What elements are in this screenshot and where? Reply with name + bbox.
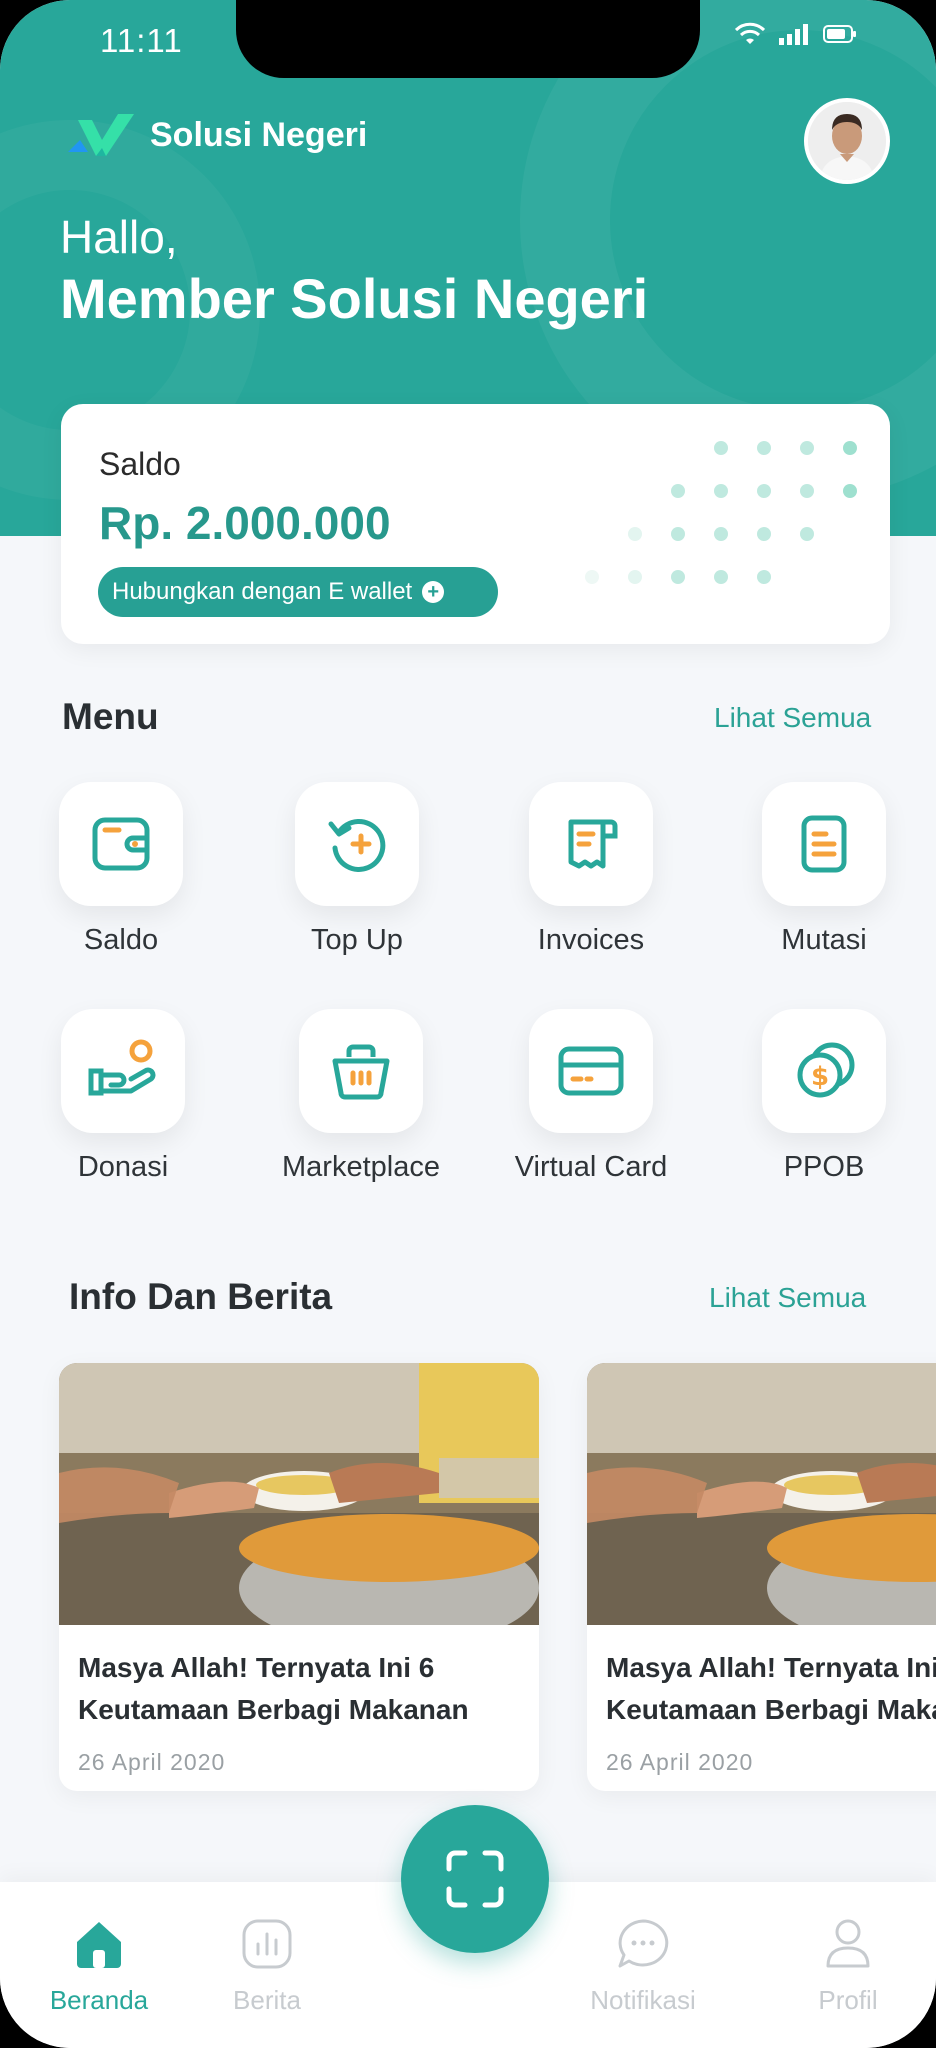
menu-item-marketplace[interactable]: Marketplace [261,1009,461,1184]
status-icons [735,22,857,46]
home-icon [77,1922,121,1968]
menu-item-saldo[interactable]: Saldo [21,782,221,957]
scan-icon [446,1850,504,1908]
scan-button[interactable] [401,1805,549,1953]
news-image [587,1363,936,1625]
connect-ewallet-button[interactable]: Hubungkan dengan E wallet + [98,567,498,617]
balance-label: Saldo [99,446,181,482]
nav-item-beranda[interactable]: Beranda [14,1918,184,2016]
balance-amount: Rp. 2.000.000 [99,497,391,549]
nav-label: Profil [818,1985,878,2015]
news-headline: Masya Allah! Ternyata Ini 6 Keutamaan Be… [606,1652,936,1725]
menu-item-ppob[interactable]: $ PPOB [724,1009,924,1184]
menu-item-label: PPOB [783,1151,865,1183]
news-image [59,1363,539,1625]
news-title: Info Dan Berita [69,1276,333,1317]
chart-icon [242,1919,292,1969]
nav-item-profil[interactable]: Profil [763,1918,933,2016]
balance-card: Saldo Rp. 2.000.000 Hubungkan dengan E w… [61,404,890,644]
donation-hand-icon [88,1039,156,1096]
menu-tile [529,1009,653,1133]
profile-photo [808,102,886,180]
news-date: 26 April 2020 [606,1749,754,1775]
menu-tile [299,1009,423,1133]
dot-pattern [585,441,857,584]
user-icon [826,1919,870,1968]
nav-item-berita[interactable]: Berita [182,1918,352,2016]
card-icon [558,1046,624,1096]
svg-text:$: $ [811,1062,829,1092]
device-notch [236,0,700,78]
news-date: 26 April 2020 [78,1749,226,1775]
menu-tile [762,782,886,906]
status-time: 11:11 [100,22,183,59]
news-card[interactable]: Masya Allah! Ternyata Ini 6 Keutamaan Be… [587,1363,936,1791]
menu-item-mutasi[interactable]: Mutasi [724,782,924,957]
menu-item-label: Marketplace [282,1151,440,1183]
avatar[interactable] [804,98,890,184]
document-icon [801,815,847,873]
wallet-icon [92,817,150,871]
nav-label: Berita [233,1985,301,2015]
nav-label: Beranda [49,1985,149,2015]
logo-icon [68,114,134,156]
menu-item-label: Invoices [537,924,645,956]
connect-ewallet-label: Hubungkan dengan E wallet [112,578,413,605]
menu-item-invoices[interactable]: Invoices [491,782,691,957]
menu-item-label: Mutasi [781,924,867,956]
brand-name: Solusi Negeri [150,115,368,154]
menu-item-virtual-card[interactable]: Virtual Card [491,1009,691,1184]
news-see-all-link[interactable]: Lihat Semua [709,1282,866,1314]
menu-title: Menu [62,696,159,737]
battery-icon [823,25,856,43]
menu-tile [529,782,653,906]
menu-tile [295,782,419,906]
nav-label: Notifikasi [590,1985,696,2015]
news-headline: Masya Allah! Ternyata Ini 6 Keutamaan Be… [78,1652,469,1725]
menu-item-label: Top Up [311,924,403,956]
news-card[interactable]: Masya Allah! Ternyata Ini 6 Keutamaan Be… [59,1363,539,1791]
menu-item-donasi[interactable]: Donasi [23,1009,223,1184]
signal-icon [779,24,808,45]
invoice-icon [568,819,618,869]
chat-icon [618,1919,669,1968]
menu-tile [59,782,183,906]
menu-item-label: Donasi [77,1151,169,1183]
menu-see-all-link[interactable]: Lihat Semua [714,702,871,734]
coins-icon: $ [797,1042,855,1098]
menu-item-label: Saldo [83,924,159,956]
greeting-name: Member Solusi Negeri [60,267,649,330]
greeting-hello: Hallo, [60,211,178,263]
menu-item-topup[interactable]: Top Up [257,782,457,957]
menu-item-label: Virtual Card [514,1151,668,1183]
nav-item-notifikasi[interactable]: Notifikasi [558,1918,728,2016]
topup-icon [328,818,386,872]
menu-tile: $ [762,1009,886,1133]
basket-icon [332,1044,390,1100]
menu-tile [61,1009,185,1133]
app-screen: 11:11 Solusi Negeri Hallo, Member Solusi… [0,0,936,2048]
wifi-icon [735,22,765,44]
brand: Solusi Negeri [66,112,367,158]
plus-icon: + [422,581,445,603]
